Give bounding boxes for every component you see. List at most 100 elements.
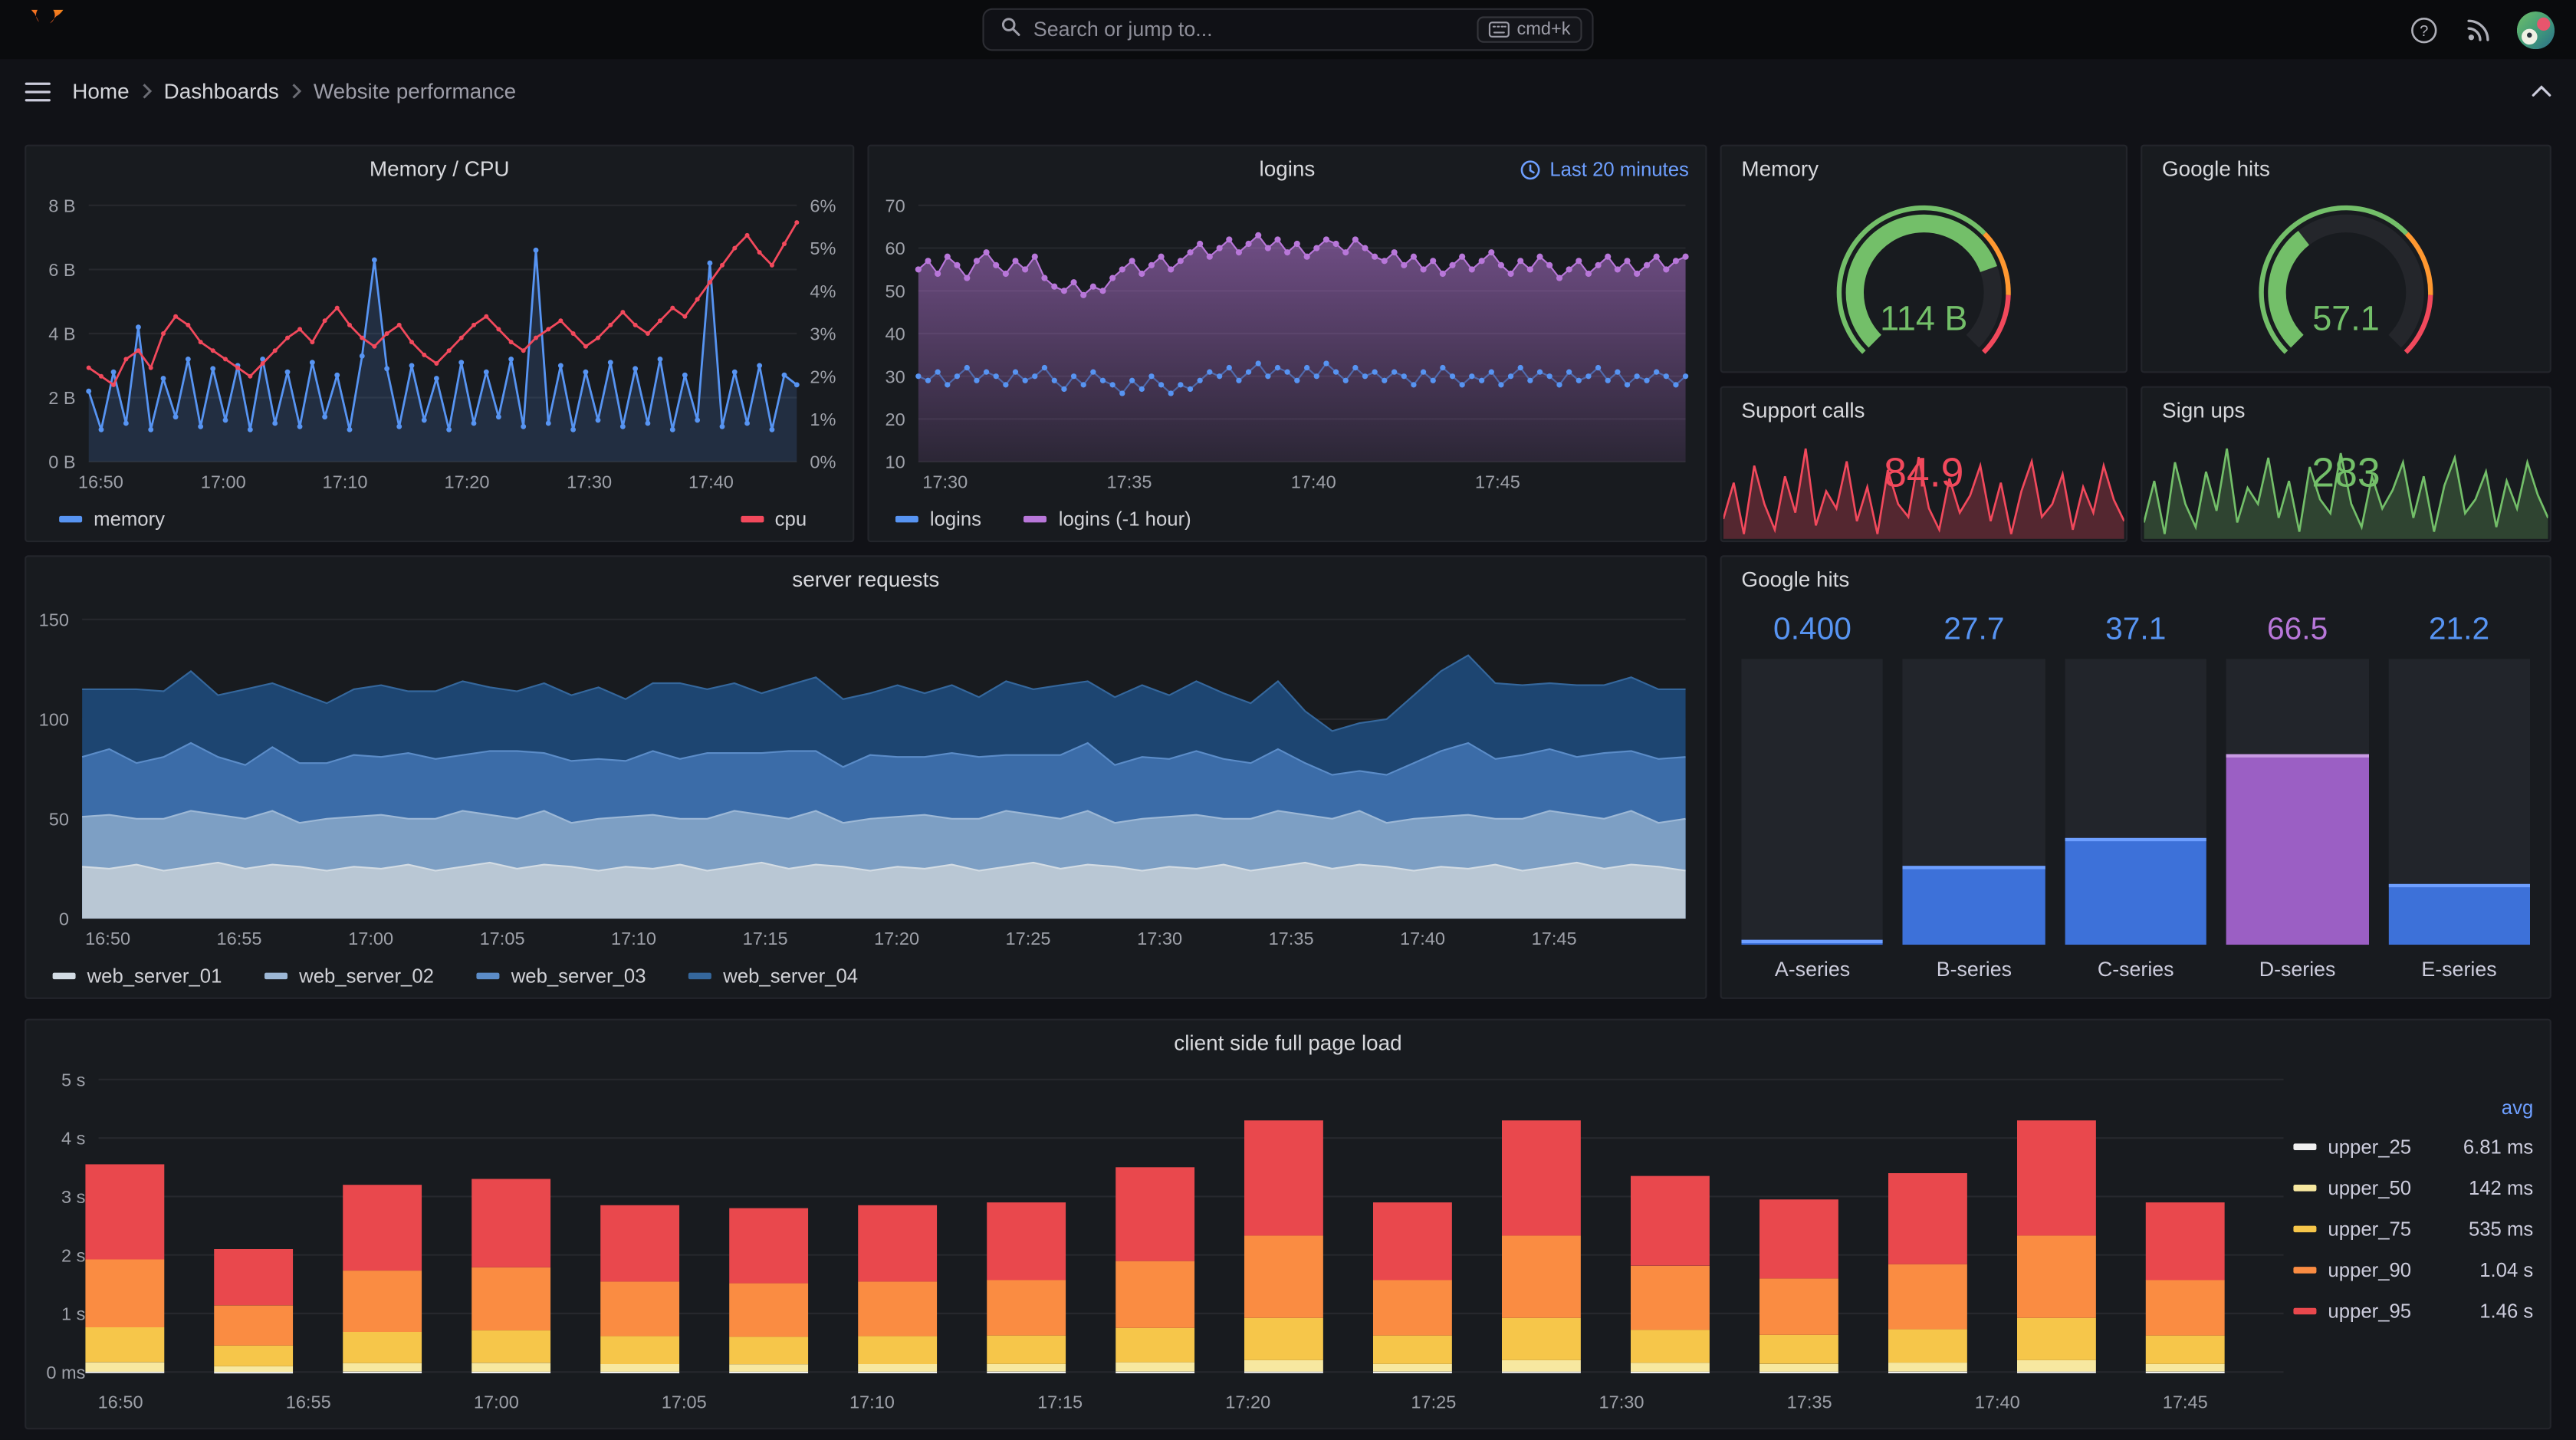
stacked-bar[interactable] bbox=[1888, 1173, 1967, 1373]
bar-gauge-label: B-series bbox=[1936, 958, 2012, 981]
legend-item-cpu[interactable]: cpu bbox=[740, 508, 807, 531]
stacked-bar[interactable] bbox=[1631, 1175, 1710, 1373]
panel-title[interactable]: server requests bbox=[26, 557, 1705, 603]
logins-chart[interactable]: 10 20 30 40 50 60 70 17:30 17:35 17:40 17:45 bbox=[869, 196, 1706, 498]
menu-toggle-icon[interactable] bbox=[23, 77, 53, 107]
y-tick-label: 2 s bbox=[61, 1245, 85, 1265]
legend-swatch bbox=[59, 515, 83, 523]
chart-canvas: 10 20 30 40 50 60 70 17:30 17:35 17:40 17:45 bbox=[885, 196, 1689, 492]
time-range-badge[interactable]: Last 20 minutes bbox=[1520, 158, 1689, 181]
breadcrumb-home[interactable]: Home bbox=[72, 79, 129, 104]
stacked-bar[interactable] bbox=[858, 1205, 938, 1373]
rss-icon[interactable] bbox=[2463, 15, 2492, 44]
server-requests-chart[interactable]: 0 50 100 150 16:50 16:55 17:00 17:05 17:10 17:15 1… bbox=[26, 607, 1705, 955]
stacked-bar[interactable] bbox=[1244, 1120, 1323, 1373]
grafana-logo[interactable] bbox=[21, 8, 64, 51]
legend-swatch bbox=[2293, 1225, 2317, 1232]
legend-item-upper_50[interactable]: upper_50 142 ms bbox=[2293, 1166, 2536, 1208]
bar-gauge-A-series[interactable]: 0.400 A-series bbox=[1741, 613, 1884, 984]
legend-item-web_server_02[interactable]: web_server_02 bbox=[264, 965, 434, 988]
panel-logins: logins Last 20 minutes 10 20 30 40 50 60 70 17:… bbox=[867, 144, 1707, 543]
legend-item-upper_75[interactable]: upper_75 535 ms bbox=[2293, 1208, 2536, 1249]
stacked-bar[interactable] bbox=[1372, 1202, 1452, 1373]
bar-gauge-track bbox=[1741, 659, 1884, 945]
dashboard-grid: Memory / CPU 0 B 2 B 4 B 6 B 8 B 0% 1% 2% 3% 4% 5%… bbox=[0, 123, 2576, 1439]
bar-gauge-E-series[interactable]: 21.2 E-series bbox=[2387, 613, 2531, 984]
stacked-bar[interactable] bbox=[2145, 1202, 2225, 1373]
panel-title[interactable]: client side full page load bbox=[26, 1021, 2549, 1067]
legend-value: 6.81 ms bbox=[2463, 1134, 2534, 1158]
stacked-bar[interactable] bbox=[987, 1202, 1066, 1373]
legend-value: 535 ms bbox=[2468, 1216, 2534, 1240]
bar-gauge-B-series[interactable]: 27.7 B-series bbox=[1903, 613, 2045, 984]
stacked-bar[interactable] bbox=[85, 1164, 165, 1373]
chevron-right-icon bbox=[291, 82, 302, 100]
keyboard-icon bbox=[1489, 21, 1510, 38]
legend-item-web_server_01[interactable]: web_server_01 bbox=[52, 965, 222, 988]
bar-gauge-D-series[interactable]: 66.5 D-series bbox=[2226, 613, 2369, 984]
stacked-bar[interactable] bbox=[1116, 1167, 1195, 1373]
help-icon[interactable]: ? bbox=[2408, 15, 2438, 44]
panel-title[interactable]: Google hits bbox=[1722, 557, 2550, 603]
legend-label: upper_90 bbox=[2328, 1258, 2412, 1281]
user-avatar[interactable] bbox=[2516, 10, 2555, 49]
bar-gauge-value: 66.5 bbox=[2266, 613, 2328, 648]
stacked-bar[interactable] bbox=[472, 1179, 551, 1373]
legend-item-upper_25[interactable]: upper_25 6.81 ms bbox=[2293, 1126, 2536, 1167]
legend-item-logins (-1 hour)[interactable]: logins (-1 hour) bbox=[1024, 508, 1191, 531]
x-tick-label: 17:30 bbox=[922, 472, 968, 492]
legend-value: 142 ms bbox=[2468, 1175, 2534, 1199]
y-tick-label: 6 B bbox=[48, 260, 75, 280]
page-load-chart[interactable]: 0 ms 1 s 2 s 3 s 4 s 5 s 16:50 16:55 17:00 17:05 1… bbox=[26, 1070, 2290, 1418]
legend-item-web_server_03[interactable]: web_server_03 bbox=[476, 964, 646, 988]
x-tick-label: 17:00 bbox=[474, 1392, 519, 1412]
y-tick-label: 0 ms bbox=[46, 1363, 85, 1382]
legend-label: logins (-1 hour) bbox=[1058, 508, 1191, 531]
google-hits-bar-gauge[interactable]: 0.400 A-series 27.7 B-series 37.1 C-series 66.… bbox=[1741, 613, 2531, 984]
bar-gauge-C-series[interactable]: 37.1 C-series bbox=[2065, 613, 2207, 984]
x-tick-label: 16:50 bbox=[78, 472, 123, 492]
breadcrumb-dashboards[interactable]: Dashboards bbox=[164, 79, 279, 104]
stacked-bar[interactable] bbox=[600, 1205, 680, 1373]
shortcut-badge: cmd+k bbox=[1477, 16, 1582, 43]
dots-cpu bbox=[86, 220, 800, 387]
legend-item-upper_90[interactable]: upper_90 1.04 s bbox=[2293, 1249, 2536, 1290]
legend-label: web_server_04 bbox=[723, 964, 859, 988]
stacked-bar[interactable] bbox=[1502, 1120, 1581, 1373]
legend-item-logins[interactable]: logins bbox=[895, 508, 981, 531]
collapse-chevron-icon[interactable] bbox=[2530, 84, 2553, 98]
x-tick-label: 17:40 bbox=[688, 472, 734, 492]
y2-tick-label: 2% bbox=[810, 367, 836, 386]
y-tick-label: 50 bbox=[885, 281, 905, 301]
legend-label: web_server_03 bbox=[511, 964, 646, 988]
stacked-bar[interactable] bbox=[214, 1249, 294, 1374]
legend-label: upper_95 bbox=[2328, 1298, 2412, 1322]
y-tick-label: 100 bbox=[39, 709, 69, 729]
bar-gauge-label: C-series bbox=[2097, 958, 2174, 981]
panel-title[interactable]: Support calls bbox=[1722, 388, 2126, 434]
legend-item-web_server_04[interactable]: web_server_04 bbox=[688, 965, 858, 988]
stacked-bar[interactable] bbox=[1760, 1199, 1838, 1373]
legend-swatch bbox=[52, 972, 76, 980]
y2-tick-label: 6% bbox=[810, 196, 836, 215]
panel-title[interactable]: Sign ups bbox=[2142, 388, 2549, 434]
panel-title[interactable]: Memory / CPU bbox=[26, 146, 853, 192]
bar-gauge-label: A-series bbox=[1774, 958, 1851, 981]
stacked-bar[interactable] bbox=[2017, 1120, 2096, 1373]
legend-item-upper_95[interactable]: upper_95 1.46 s bbox=[2293, 1290, 2536, 1331]
y-tick-label: 30 bbox=[885, 367, 905, 386]
legend-item-memory[interactable]: memory bbox=[59, 508, 165, 531]
stacked-bar[interactable] bbox=[343, 1185, 422, 1373]
legend-swatch bbox=[1024, 515, 1047, 523]
legend-swatch bbox=[264, 972, 288, 980]
panel-title[interactable]: Google hits bbox=[2142, 146, 2549, 192]
memory-cpu-chart[interactable]: 0 B 2 B 4 B 6 B 8 B 0% 1% 2% 3% 4% 5% 6% 16:50 17:00 1… bbox=[26, 196, 853, 498]
panel-title[interactable]: Memory bbox=[1722, 146, 2126, 192]
stacked-bar[interactable] bbox=[729, 1208, 809, 1373]
legend-label: upper_50 bbox=[2328, 1175, 2412, 1199]
y-tick-label: 60 bbox=[885, 238, 905, 258]
y-tick-label: 1 s bbox=[61, 1304, 85, 1324]
legend-swatch bbox=[688, 972, 712, 980]
search-input[interactable]: Search or jump to... cmd+k bbox=[982, 8, 1594, 51]
x-tick-label: 17:15 bbox=[1037, 1392, 1083, 1412]
